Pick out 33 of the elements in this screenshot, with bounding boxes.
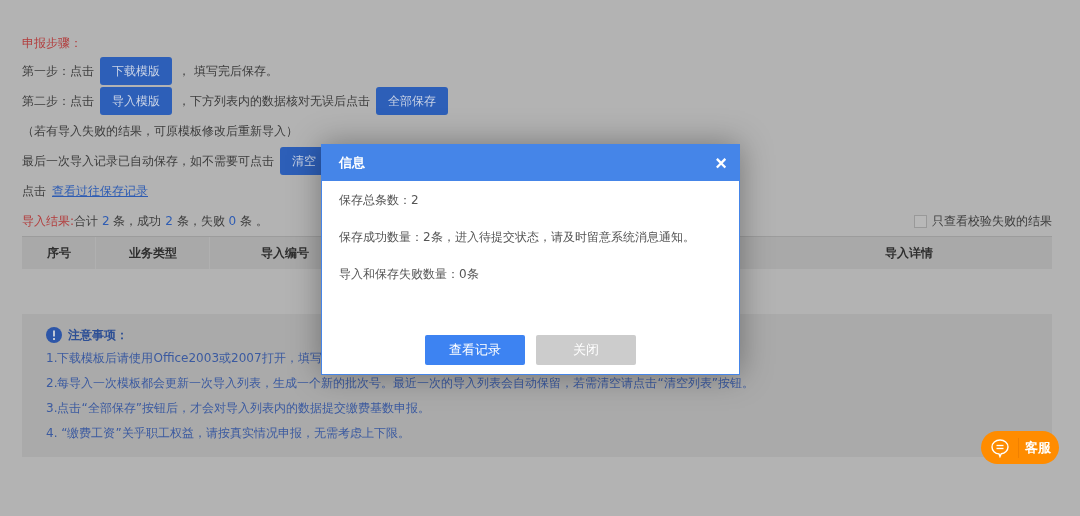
message-text: 保存总条数：2 <box>339 192 420 209</box>
message-text: 保存成功数量：2条，进入待提交状态，请及时留意系统消息通知。 <box>339 229 696 246</box>
message-text: 导入和保存失败数量：0条 <box>339 266 480 283</box>
column-header: 导入详情 <box>885 244 933 262</box>
instruction-text: ， 填写完后保存。 <box>178 62 278 80</box>
checkbox[interactable] <box>914 214 927 228</box>
action-button[interactable]: 导入模版 <box>100 87 172 115</box>
warning-icon <box>46 327 62 343</box>
note-text: 3.点击“全部保存”按钮后，才会对导入列表内的数据提交缴费基数申报。 <box>46 400 430 417</box>
close-button[interactable]: × <box>715 153 727 173</box>
action-button[interactable]: 下载模版 <box>100 57 172 85</box>
dialog-title: 信息 <box>339 154 365 172</box>
import-result-text: 导入结果:合计 2 条，成功 2 条，失败 0 条 。 <box>22 212 268 230</box>
instruction-text: 第二步：点击 <box>22 92 94 110</box>
action-button[interactable]: 全部保存 <box>376 87 448 115</box>
filter-label: 只查看校验失败的结果 <box>932 212 1052 230</box>
instruction-text: 最后一次导入记录已自动保存，如不需要可点击 <box>22 152 274 170</box>
column-header: 序号 <box>46 244 71 262</box>
column-header: 业务类型 <box>128 244 177 262</box>
instruction-text: （若有导入失败的结果，可原模板修改后重新导入） <box>22 122 298 140</box>
note-text: 1.下载模板后请使用Office2003或2007打开，填写 <box>46 350 322 367</box>
instruction-text: 第一步：点击 <box>22 62 94 80</box>
history-link[interactable]: 查看过往保存记录 <box>52 182 148 200</box>
view-records-button[interactable]: 查看记录 <box>425 335 525 365</box>
section-title: 申报步骤： <box>22 35 83 52</box>
note-text: 4. “缴费工资”关乎职工权益，请按真实情况申报，无需考虑上下限。 <box>46 425 410 442</box>
instruction-text: 点击 <box>22 182 46 200</box>
chat-bubble-icon <box>990 437 1019 458</box>
note-text: 2.每导入一次模板都会更新一次导入列表，生成一个新的批次号。最近一次的导入列表会自动保留，若需清空请点击“清空列表”按钮。 <box>46 375 754 392</box>
notes-title: 注意事项： <box>68 326 128 344</box>
instruction-text: ，下方列表内的数据核对无误后点击 <box>178 92 370 110</box>
column-header: 导入编号 <box>261 244 309 262</box>
customer-service-button[interactable]: 客服 <box>981 431 1059 464</box>
